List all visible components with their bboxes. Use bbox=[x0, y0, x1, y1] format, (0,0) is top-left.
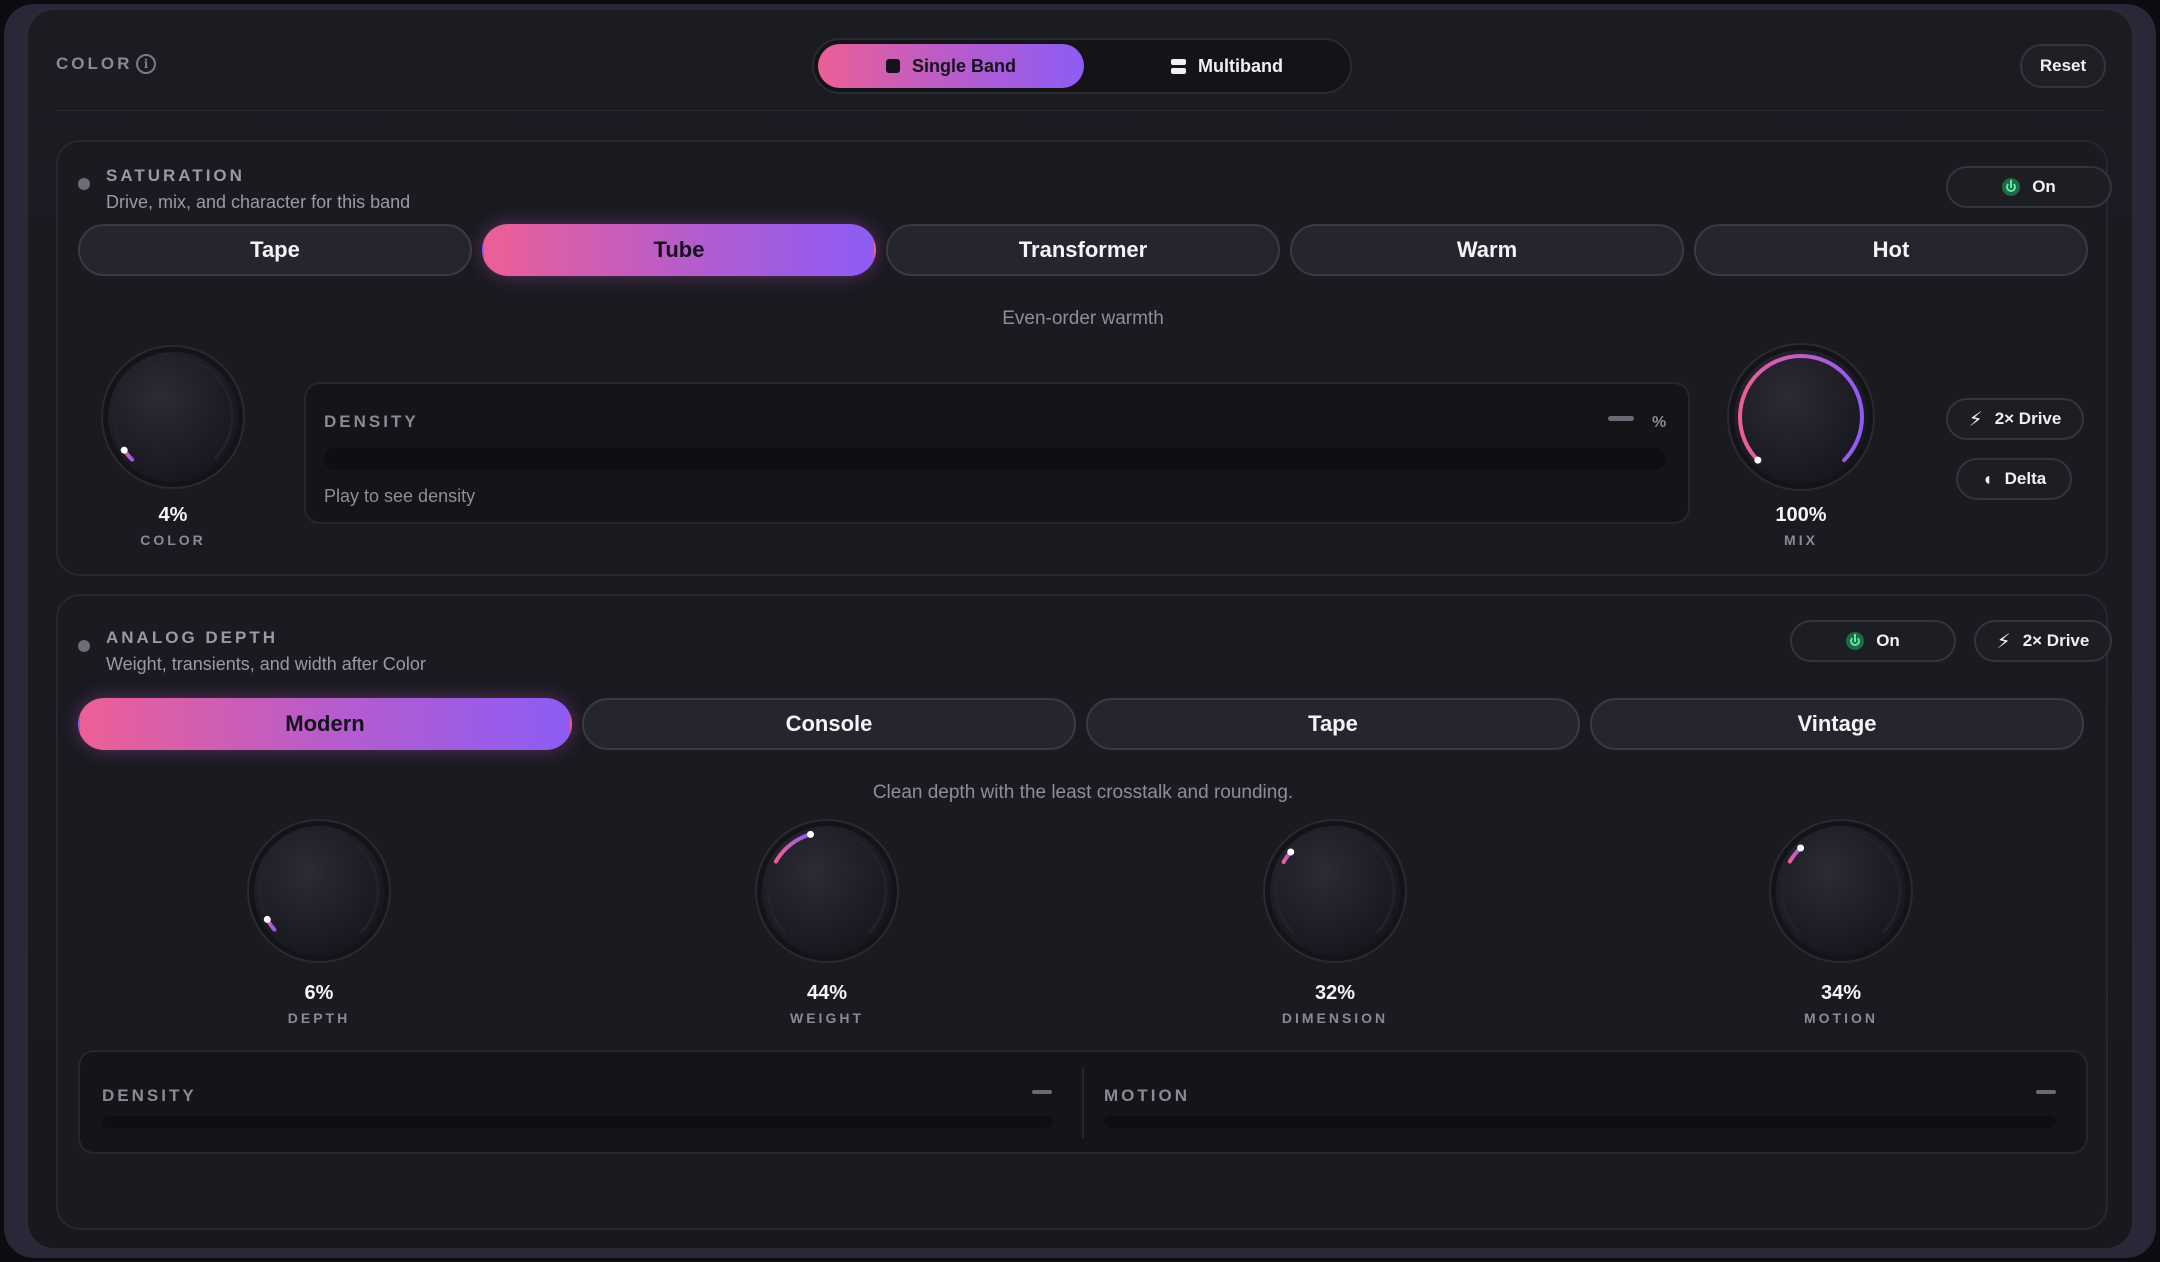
reset-button[interactable]: Reset bbox=[2020, 44, 2106, 88]
saturation-density-meter: DENSITY % Play to see density bbox=[304, 382, 1690, 524]
saturation-drive-label: 2× Drive bbox=[1994, 409, 2062, 428]
mix-knob-value: 100% bbox=[1775, 504, 1827, 526]
plugin-window: COLOR i Single Band Multiband Reset SATU… bbox=[26, 8, 2134, 1250]
dimension-knob-label: DIMENSION bbox=[1281, 1010, 1389, 1026]
ear-icon: ◖ bbox=[1981, 468, 1993, 489]
multiband-label: Multiband bbox=[1198, 55, 1283, 76]
analog-on-toggle[interactable]: On bbox=[1790, 620, 1956, 662]
sat-type-warm[interactable]: Warm bbox=[1290, 224, 1684, 276]
power-icon bbox=[2002, 178, 2021, 196]
band-mode-toggle: Single Band Multiband bbox=[812, 38, 1352, 94]
density-meter-track bbox=[324, 448, 1666, 470]
knob-indicator bbox=[1797, 844, 1805, 852]
saturation-on-label: On bbox=[2032, 177, 2056, 196]
dimension-knob[interactable] bbox=[1260, 816, 1410, 966]
mix-knob[interactable] bbox=[1724, 340, 1878, 494]
saturation-title: SATURATION bbox=[106, 166, 245, 185]
mix-knob-label: MIX bbox=[1784, 532, 1818, 548]
analog-2x-drive-button[interactable]: ⚡︎ 2× Drive bbox=[1974, 620, 2112, 662]
motion-knob[interactable] bbox=[1766, 816, 1916, 966]
depth-knob[interactable] bbox=[244, 816, 394, 966]
weight-knob-label: WEIGHT bbox=[790, 1010, 864, 1026]
weight-knob[interactable] bbox=[752, 816, 902, 966]
analog-density-label: DENSITY bbox=[102, 1086, 197, 1105]
knob-indicator bbox=[263, 915, 271, 923]
analog-status-dot bbox=[78, 640, 90, 652]
single-band-button[interactable]: Single Band bbox=[818, 44, 1084, 88]
single-band-icon bbox=[885, 59, 900, 73]
saturation-subtitle: Drive, mix, and character for this band bbox=[106, 192, 411, 212]
analog-on-label: On bbox=[1876, 631, 1900, 650]
bolt-icon: ⚡︎ bbox=[1996, 630, 2011, 653]
density-meter-label: DENSITY bbox=[324, 412, 419, 431]
knob-body bbox=[254, 826, 384, 956]
density-hint: Play to see density bbox=[324, 486, 476, 506]
color-knob-value: 4% bbox=[158, 504, 188, 526]
analog-mode-description: Clean depth with the least crosstalk and… bbox=[872, 782, 1294, 803]
analog-subtitle: Weight, transients, and width after Colo… bbox=[106, 654, 426, 674]
analog-mode-console[interactable]: Console bbox=[582, 698, 1076, 750]
bolt-icon: ⚡︎ bbox=[1968, 408, 1983, 431]
depth-knob-label: DEPTH bbox=[287, 1010, 351, 1026]
analog-mode-modern[interactable]: Modern bbox=[78, 698, 572, 750]
sat-type-tape[interactable]: Tape bbox=[78, 224, 472, 276]
saturation-type-description: Even-order warmth bbox=[1002, 308, 1164, 329]
color-knob[interactable] bbox=[98, 342, 248, 492]
analog-title: ANALOG DEPTH bbox=[106, 628, 278, 647]
delta-button[interactable]: ◖ Delta bbox=[1956, 458, 2072, 500]
analog-motion-dash bbox=[2036, 1090, 2056, 1094]
knob-body bbox=[108, 352, 238, 482]
knob-indicator bbox=[1754, 456, 1762, 464]
analog-mode-vintage[interactable]: Vintage bbox=[1590, 698, 2084, 750]
sat-type-tube[interactable]: Tube bbox=[482, 224, 876, 276]
power-icon bbox=[1846, 632, 1865, 650]
analog-density-track bbox=[102, 1116, 1052, 1128]
color-knob-label: COLOR bbox=[140, 532, 206, 548]
single-band-label: Single Band bbox=[911, 55, 1016, 76]
analog-depth-panel: ANALOG DEPTH Weight, transients, and wid… bbox=[56, 594, 2112, 1230]
delta-label: Delta bbox=[2004, 469, 2047, 488]
knob-body bbox=[762, 826, 892, 956]
meter-divider bbox=[1082, 1068, 1084, 1138]
density-unit: % bbox=[1652, 414, 1667, 431]
knob-body bbox=[1734, 350, 1868, 484]
analog-motion-label: MOTION bbox=[1104, 1086, 1190, 1105]
saturation-panel: SATURATION Drive, mix, and character for… bbox=[56, 140, 2112, 576]
knob-body bbox=[1776, 826, 1906, 956]
weight-knob-value: 44% bbox=[806, 982, 848, 1004]
knob-indicator bbox=[807, 830, 815, 838]
depth-knob-value: 6% bbox=[304, 982, 334, 1004]
analog-density-dash bbox=[1032, 1090, 1052, 1094]
module-title: COLOR bbox=[56, 54, 133, 73]
saturation-on-toggle[interactable]: On bbox=[1946, 166, 2112, 208]
motion-knob-value: 34% bbox=[1820, 982, 1862, 1004]
dimension-knob-value: 32% bbox=[1314, 982, 1356, 1004]
analog-mode-tape[interactable]: Tape bbox=[1086, 698, 1580, 750]
analog-drive-label: 2× Drive bbox=[2022, 631, 2090, 650]
knob-indicator bbox=[120, 446, 128, 454]
saturation-status-dot bbox=[78, 178, 90, 190]
analog-motion-track bbox=[1104, 1116, 2056, 1128]
sat-type-hot[interactable]: Hot bbox=[1694, 224, 2088, 276]
sat-type-transformer[interactable]: Transformer bbox=[886, 224, 1280, 276]
analog-meters: DENSITY MOTION bbox=[78, 1050, 2088, 1154]
saturation-2x-drive-button[interactable]: ⚡︎ 2× Drive bbox=[1946, 398, 2084, 440]
density-value-dash bbox=[1608, 416, 1634, 421]
knob-body bbox=[1270, 826, 1400, 956]
knob-indicator bbox=[1287, 848, 1295, 856]
multiband-button[interactable]: Multiband bbox=[1114, 44, 1340, 88]
multiband-icon bbox=[1171, 58, 1186, 74]
header-divider bbox=[56, 110, 2106, 111]
motion-knob-label: MOTION bbox=[1804, 1010, 1878, 1026]
info-icon[interactable]: i bbox=[136, 54, 156, 74]
